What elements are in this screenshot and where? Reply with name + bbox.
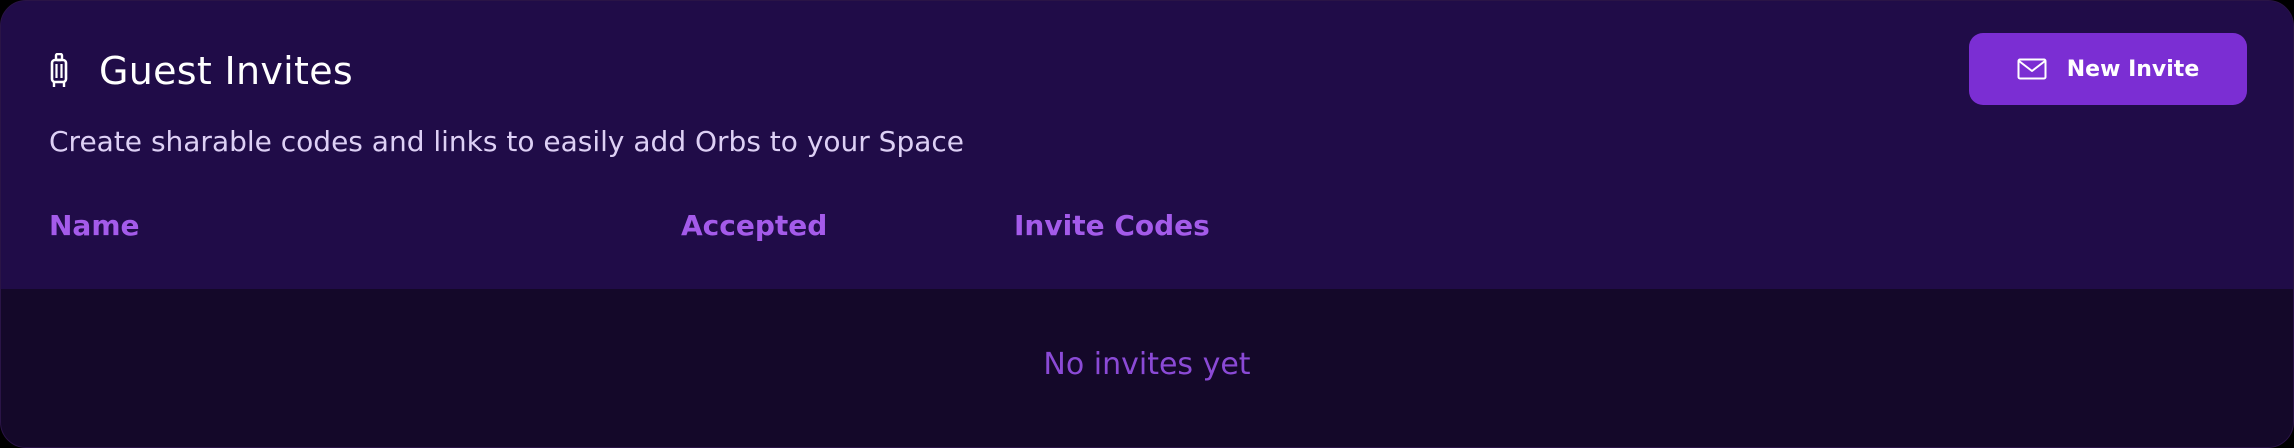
new-invite-label: New Invite (2066, 56, 2200, 82)
luggage-icon (49, 53, 69, 89)
empty-state-message: No invites yet (1043, 346, 1251, 382)
column-header-name: Name (49, 209, 140, 242)
column-header-accepted: Accepted (681, 209, 828, 242)
invites-table-body: No invites yet (1, 289, 2293, 447)
panel-header: Guest Invites Create sharable codes and … (1, 1, 2293, 289)
panel-title: Guest Invites (99, 49, 353, 93)
panel-subtitle: Create sharable codes and links to easil… (49, 125, 965, 158)
title-row: Guest Invites (49, 47, 353, 95)
column-header-invite-codes: Invite Codes (1014, 209, 1210, 242)
guest-invites-panel: Guest Invites Create sharable codes and … (0, 0, 2294, 448)
new-invite-button[interactable]: New Invite (1969, 33, 2247, 105)
envelope-icon (2017, 58, 2047, 80)
